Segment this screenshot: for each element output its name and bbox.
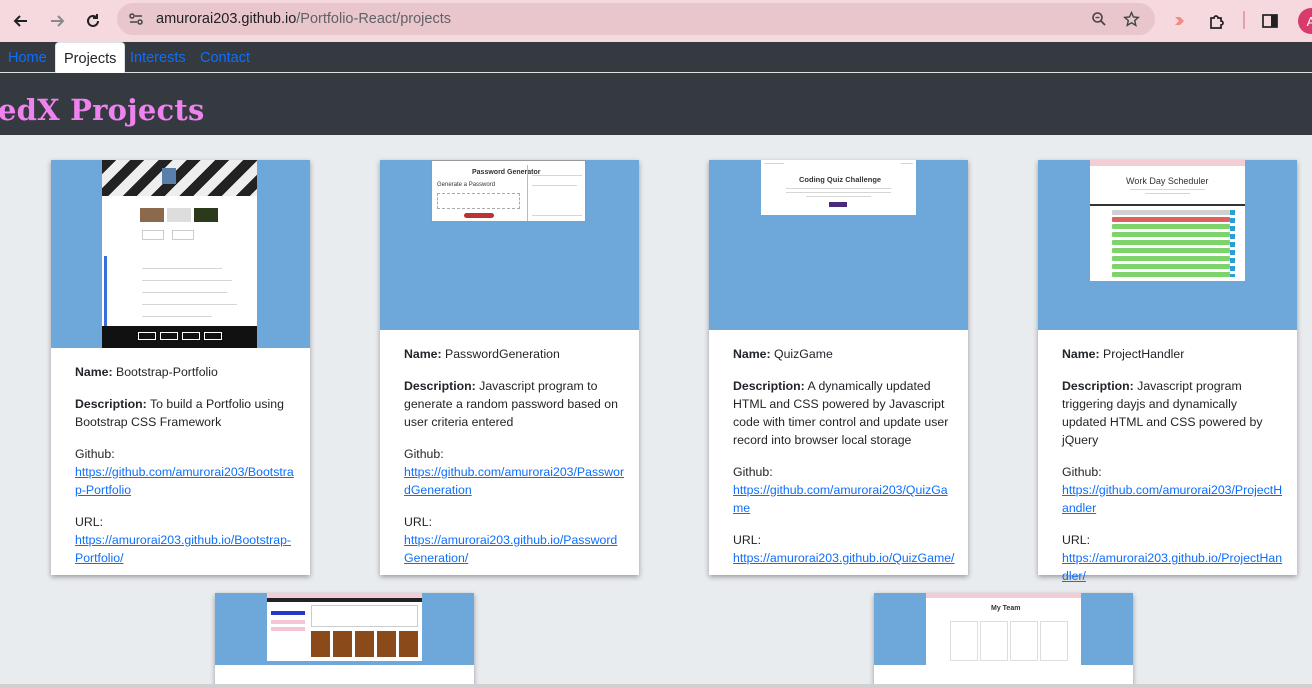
bookmark-star-icon[interactable] <box>1120 8 1142 30</box>
name-value: QuizGame <box>774 347 833 361</box>
shot-title: My Team <box>991 605 1021 612</box>
project-url: URL: https://amurorai203.github.io/Projec… <box>1062 531 1284 585</box>
quiz-screenshot: Coding Quiz Challenge <box>761 160 916 215</box>
github-link[interactable]: https://github.com/amurorai203/QuizGame <box>733 483 948 515</box>
github-label: Github: <box>733 465 773 479</box>
project-description: Description: To build a Portfolio using … <box>75 395 297 431</box>
project-thumbnail[interactable]: Work Day Scheduler <box>1038 160 1297 330</box>
name-value: ProjectHandler <box>1103 347 1185 361</box>
name-label: Name: <box>75 365 113 379</box>
project-github: Github: https://github.com/amurorai203/Pr… <box>1062 463 1284 517</box>
url-label: URL: <box>733 533 762 547</box>
project-thumbnail[interactable]: Coding Quiz Challenge <box>709 160 968 330</box>
project-name: Name: ProjectHandler <box>1062 345 1284 363</box>
url-link[interactable]: https://amurorai203.github.io/Bootstrap-… <box>75 533 291 565</box>
tab-projects[interactable]: Projects <box>55 42 126 73</box>
github-link[interactable]: https://github.com/amurorai203/Bootstrap… <box>75 465 294 497</box>
name-label: Name: <box>1062 347 1100 361</box>
github-label: Github: <box>1062 465 1102 479</box>
project-card-quiz-game: Coding Quiz Challenge Name: QuizGame Des… <box>709 160 968 575</box>
project-thumbnail[interactable]: My Team <box>874 593 1133 665</box>
partial-screenshot-2: My Team <box>926 593 1081 665</box>
project-thumbnail[interactable] <box>215 593 474 665</box>
scheduler-screenshot: Work Day Scheduler <box>1090 160 1245 281</box>
toolbar-separator <box>1243 11 1245 29</box>
profile-avatar[interactable]: A <box>1298 8 1312 34</box>
url-label: URL: <box>75 515 104 529</box>
password-screenshot: Password Generator Generate a Password <box>431 160 586 222</box>
github-link[interactable]: https://github.com/amurorai203/ProjectHa… <box>1062 483 1282 515</box>
partial-screenshot-1 <box>267 593 422 661</box>
side-panel-icon[interactable] <box>1257 8 1283 34</box>
page-title: edX Projects <box>0 93 205 127</box>
nav-tabs: Home Projects Interests Contact <box>0 42 1312 73</box>
project-name: Name: Bootstrap-Portfolio <box>75 363 297 381</box>
reload-icon[interactable] <box>80 8 106 34</box>
project-thumbnail[interactable] <box>51 160 310 348</box>
shot-title: Coding Quiz Challenge <box>799 175 882 184</box>
horizontal-scrollbar[interactable] <box>0 684 1312 688</box>
extensions-puzzle-icon[interactable] <box>1204 8 1230 34</box>
project-card-project-handler: Work Day Scheduler Name: ProjectHandler … <box>1038 160 1297 583</box>
project-details: Name: ProjectHandler Description: Javasc… <box>1062 345 1284 599</box>
url-path: /Portfolio-React/projects <box>296 11 451 27</box>
portfolio-screenshot <box>102 160 257 348</box>
tab-interests[interactable]: Interests <box>130 42 186 73</box>
url-label: URL: <box>1062 533 1091 547</box>
shot-title: Work Day Scheduler <box>1126 176 1209 186</box>
url-host: amurorai203.github.io <box>156 11 297 27</box>
project-github: Github: https://github.com/amurorai203/Pa… <box>404 445 626 499</box>
extension-arrow-icon[interactable] <box>1168 8 1194 34</box>
back-arrow-icon[interactable] <box>8 8 34 34</box>
name-value: Bootstrap-Portfolio <box>116 365 218 379</box>
project-details: Name: PasswordGeneration Description: Ja… <box>404 345 626 581</box>
description-label: Description: <box>733 379 805 393</box>
project-card-partial-1 <box>215 593 474 688</box>
project-description: Description: Javascript program triggeri… <box>1062 377 1284 449</box>
tab-home[interactable]: Home <box>8 42 47 73</box>
project-thumbnail[interactable]: Password Generator Generate a Password <box>380 160 639 330</box>
github-label: Github: <box>404 447 444 461</box>
github-label: Github: <box>75 447 115 461</box>
url-link[interactable]: https://amurorai203.github.io/ProjectHan… <box>1062 551 1282 583</box>
project-description: Description: A dynamically updated HTML … <box>733 377 955 449</box>
project-url: URL: https://amurorai203.github.io/Passwo… <box>404 513 626 567</box>
name-label: Name: <box>733 347 771 361</box>
forward-arrow-icon[interactable] <box>44 8 70 34</box>
project-description: Description: Javascript program to gener… <box>404 377 626 431</box>
url-label: URL: <box>404 515 433 529</box>
project-github: Github: https://github.com/amurorai203/Bo… <box>75 445 297 499</box>
github-link[interactable]: https://github.com/amurorai203/PasswordG… <box>404 465 624 497</box>
tab-contact[interactable]: Contact <box>200 42 250 73</box>
name-value: PasswordGeneration <box>445 347 560 361</box>
site-settings-icon[interactable] <box>125 8 147 30</box>
project-card-password-generation: Password Generator Generate a Password N… <box>380 160 639 575</box>
project-card-bootstrap-portfolio: Name: Bootstrap-Portfolio Description: T… <box>51 160 310 575</box>
project-url: URL: https://amurorai203.github.io/QuizGa… <box>733 531 955 567</box>
shot-subtitle: Generate a Password <box>437 182 496 188</box>
project-details: Name: Bootstrap-Portfolio Description: T… <box>75 363 297 581</box>
project-details: Name: QuizGame Description: A dynamicall… <box>733 345 955 581</box>
project-url: URL: https://amurorai203.github.io/Bootst… <box>75 513 297 567</box>
description-label: Description: <box>404 379 476 393</box>
browser-toolbar: amurorai203.github.io/Portfolio-React/pr… <box>0 0 1312 42</box>
description-label: Description: <box>1062 379 1134 393</box>
name-label: Name: <box>404 347 442 361</box>
address-bar[interactable]: amurorai203.github.io/Portfolio-React/pr… <box>117 3 1155 35</box>
url-link[interactable]: https://amurorai203.github.io/QuizGame/ <box>733 551 954 565</box>
zoom-icon[interactable] <box>1088 8 1110 30</box>
shot-title: Password Generator <box>472 169 541 176</box>
description-label: Description: <box>75 397 147 411</box>
url-text: amurorai203.github.io/Portfolio-React/pr… <box>156 11 451 27</box>
project-name: Name: PasswordGeneration <box>404 345 626 363</box>
project-name: Name: QuizGame <box>733 345 955 363</box>
project-github: Github: https://github.com/amurorai203/Qu… <box>733 463 955 517</box>
site-header: Home Projects Interests Contact edX Proj… <box>0 42 1312 135</box>
url-link[interactable]: https://amurorai203.github.io/PasswordGe… <box>404 533 617 565</box>
project-card-partial-2: My Team <box>874 593 1133 688</box>
